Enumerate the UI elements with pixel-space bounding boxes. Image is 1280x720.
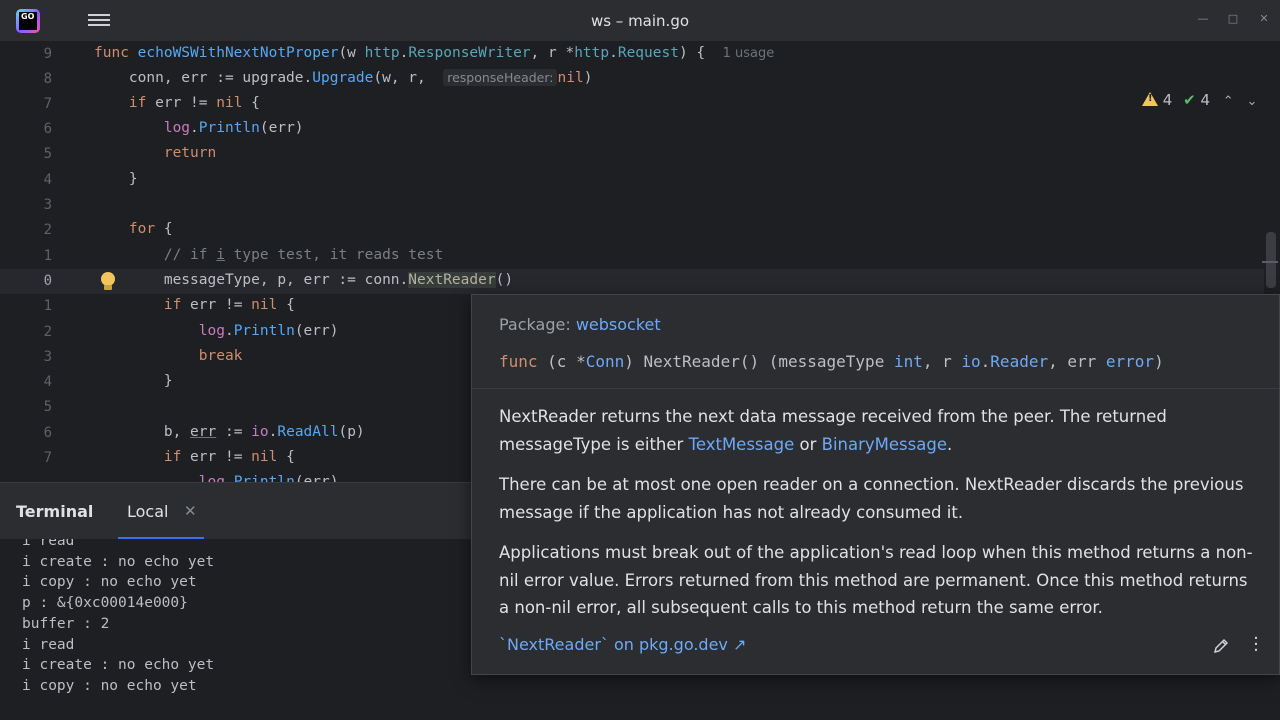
code-line[interactable]: return [94, 145, 216, 161]
close-icon[interactable]: ✕ [184, 502, 197, 520]
package-link[interactable]: websocket [576, 315, 661, 334]
doc-paragraph-1: NextReader returns the next data message… [499, 407, 1167, 454]
chevron-down-icon[interactable]: ⌄ [1246, 94, 1257, 109]
line-number: 1 [43, 248, 52, 264]
code-line[interactable]: } [94, 171, 138, 187]
usage-hint[interactable]: 1 usage [723, 46, 775, 61]
line-number: 7 [43, 450, 52, 466]
warning-count: 4 [1162, 91, 1173, 109]
code-line[interactable]: } [94, 373, 173, 389]
code-line[interactable]: for { [94, 221, 173, 237]
line-number: 4 [43, 374, 52, 390]
maximize-icon[interactable]: □ [1226, 12, 1240, 25]
parameter-hint: responseHeader: [443, 69, 558, 86]
terminal-line: buffer : 2 [22, 615, 110, 632]
code-line[interactable]: if err != nil { [94, 95, 260, 111]
code-line[interactable]: messageType, p, err := conn.NextReader() [94, 272, 513, 288]
terminal-line: i read [22, 636, 75, 653]
window-close-icon[interactable]: ✕ [1257, 12, 1271, 25]
package-label: Package: [499, 315, 571, 334]
terminal-line: i create : no echo yet [22, 657, 215, 674]
code-line[interactable]: if err != nil { [94, 449, 295, 465]
line-number: 7 [43, 96, 52, 112]
quick-documentation-popup[interactable]: Package: websocket func (c *Conn) NextRe… [471, 294, 1280, 675]
terminal-line: i read [22, 539, 75, 549]
doc-signature: func (c *Conn) NextReader() (messageType… [499, 352, 1164, 371]
doc-paragraph-3: Applications must break out of the appli… [499, 543, 1253, 617]
scrollbar-marker [1262, 261, 1278, 263]
code-line[interactable]: // if i type test, it reads test [94, 247, 443, 263]
editor-scrollbar[interactable] [1266, 232, 1276, 288]
line-number: 9 [43, 46, 52, 62]
line-number: 6 [43, 425, 52, 441]
code-line[interactable]: log.Println(err) [94, 474, 339, 482]
line-number: 4 [43, 172, 52, 188]
line-number: 3 [43, 197, 52, 213]
line-number: 8 [43, 71, 52, 87]
weak-warning-count: 4 [1200, 91, 1211, 109]
line-number: 2 [43, 222, 52, 238]
doc-package: Package: websocket [499, 315, 661, 334]
code-line[interactable]: if err != nil { [94, 297, 295, 313]
title-bar: GO ws – main.go — □ ✕ [0, 0, 1280, 42]
doc-paragraph-2: There can be at most one open reader on … [499, 475, 1244, 522]
check-icon: ✔ [1183, 91, 1196, 109]
window-title: ws – main.go [590, 12, 690, 30]
terminal-line: i copy : no echo yet [22, 677, 197, 694]
code-line[interactable]: log.Println(err) [94, 323, 339, 339]
terminal-line: i create : no echo yet [22, 553, 215, 570]
line-number: 6 [43, 121, 52, 137]
inspections-widget[interactable]: 4 ✔ 4 ⌃ ⌄ [1142, 91, 1257, 111]
code-line[interactable]: b, err := io.ReadAll(p) [94, 424, 365, 440]
binarymessage-link[interactable]: BinaryMessage [822, 435, 947, 454]
line-number: 1 [43, 298, 52, 314]
terminal-tab-local[interactable]: Local [127, 502, 168, 521]
terminal-line: p : &{0xc00014e000} [22, 595, 188, 612]
warning-icon [1142, 92, 1158, 106]
doc-separator [472, 388, 1279, 389]
textmessage-link[interactable]: TextMessage [689, 435, 795, 454]
line-number: 5 [43, 399, 52, 415]
pencil-icon[interactable] [1212, 637, 1230, 655]
chevron-up-icon[interactable]: ⌃ [1223, 94, 1234, 109]
terminal-line: i copy : no echo yet [22, 574, 197, 591]
code-line[interactable]: break [94, 348, 243, 364]
code-line[interactable]: log.Println(err) [94, 120, 304, 136]
minimize-icon[interactable]: — [1196, 12, 1210, 25]
line-number: 3 [43, 349, 52, 365]
more-options-icon[interactable]: · · · [1252, 630, 1260, 660]
bulb-icon[interactable] [100, 272, 116, 292]
code-line[interactable]: func echoWSWithNextNotProper(w http.Resp… [94, 45, 774, 61]
line-number: 0 [43, 273, 52, 289]
line-number: 5 [43, 146, 52, 162]
line-number: 2 [43, 324, 52, 340]
code-line[interactable]: conn, err := upgrade.Upgrade(w, r, respo… [94, 69, 592, 86]
terminal-title: Terminal [16, 502, 94, 521]
pkg-go-dev-link[interactable]: `NextReader` on pkg.go.dev ↗ [499, 635, 746, 654]
